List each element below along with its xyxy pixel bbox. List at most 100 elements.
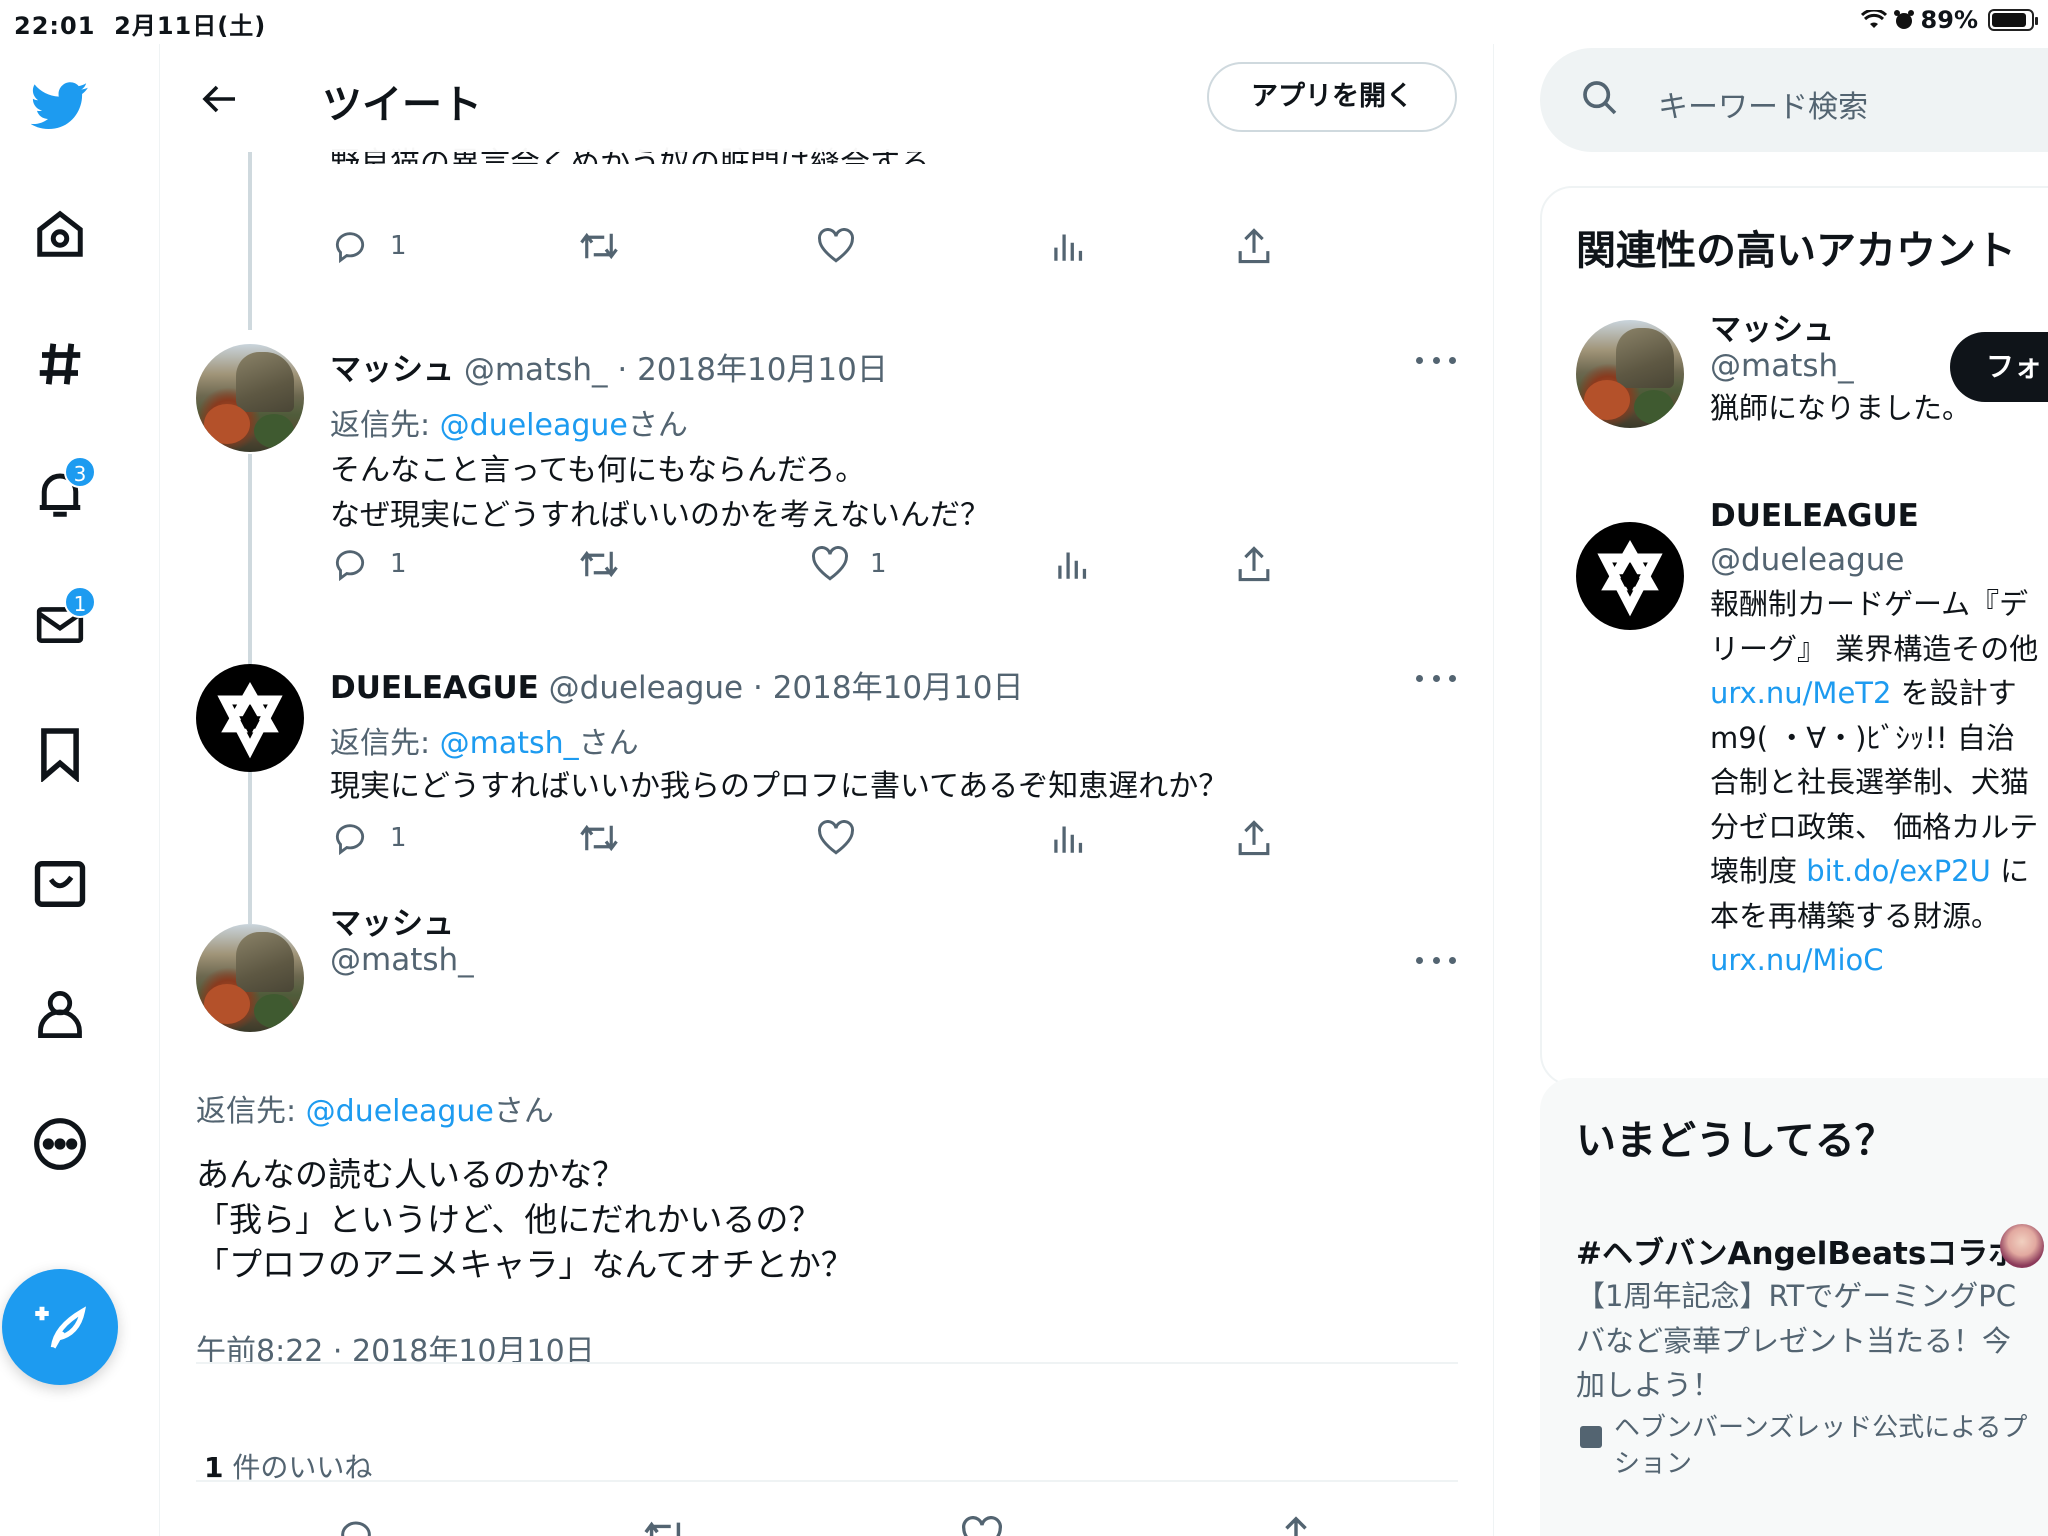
bio-text: に xyxy=(1990,854,2030,888)
share-icon xyxy=(1238,546,1270,582)
battery-fill xyxy=(1992,13,2026,27)
bio-line: m9( ・∀・)ﾋﾞｼｯ!! 自治 xyxy=(1710,716,2038,761)
author-handle[interactable]: @dueleague xyxy=(549,670,743,706)
replying-to: 返信先: @dueleagueさん xyxy=(196,1094,554,1129)
trends-title: いまどうしてる？ xyxy=(1576,1118,1895,1164)
divider xyxy=(196,1480,1458,1482)
avatar[interactable] xyxy=(196,664,304,772)
trend-hashtag[interactable]: #ヘブバンAngelBeatsコラボ xyxy=(1576,1228,2019,1273)
profile-icon[interactable] xyxy=(30,984,90,1044)
tweet-header: DUELEAGUE @dueleague · 2018年10月10日 xyxy=(330,670,1024,706)
analytics-bars-icon xyxy=(1058,552,1087,579)
home-icon[interactable] xyxy=(30,204,90,264)
messages-badge: 1 xyxy=(64,586,96,618)
related-accounts-panel: 関連性の高いアカウント マッシュ @matsh_ フォ 猟師になりました。 DU… xyxy=(1540,186,2048,1086)
author-handle[interactable]: @matsh_ xyxy=(330,942,474,978)
heart-icon xyxy=(818,820,854,855)
author-name[interactable]: DUELEAGUE xyxy=(330,670,539,706)
author-handle[interactable]: @matsh_ xyxy=(464,352,608,388)
account-handle[interactable]: @matsh_ xyxy=(1710,348,1854,384)
retweet-button[interactable] xyxy=(578,816,620,860)
bio-text: 壊制度 xyxy=(1710,854,1807,888)
tweet-date[interactable]: 2018年10月10日 xyxy=(637,352,888,388)
share-button[interactable] xyxy=(1236,224,1272,268)
views-button[interactable] xyxy=(1052,816,1086,860)
bio-text: を設計す xyxy=(1891,676,2017,710)
open-app-button[interactable]: アプリを開く xyxy=(1207,62,1457,132)
account-handle[interactable]: @dueleague xyxy=(1710,542,1904,578)
search-placeholder: キーワード検索 xyxy=(1658,90,1868,125)
reply-icon xyxy=(335,232,365,264)
reply-count: 1 xyxy=(390,823,407,853)
battery-percent: 89% xyxy=(1920,6,1978,34)
bio-line: 報酬制カードゲーム『デ xyxy=(1710,582,2038,627)
retweet-button[interactable] xyxy=(578,224,620,268)
like-button[interactable] xyxy=(960,1514,1004,1536)
retweet-button[interactable] xyxy=(578,542,620,586)
thread-line xyxy=(248,764,252,924)
status-time: 22:01 xyxy=(14,12,96,40)
reply-mention-link[interactable]: @dueleague xyxy=(440,408,628,443)
search-input[interactable]: キーワード検索 xyxy=(1540,48,2048,152)
avatar[interactable] xyxy=(196,344,304,452)
reply-button[interactable]: 1 xyxy=(330,224,407,268)
reply-count: 1 xyxy=(390,231,407,261)
more-options-button[interactable] xyxy=(1416,950,1456,970)
author-name[interactable]: マッシュ xyxy=(330,352,454,388)
wifi-icon xyxy=(1860,10,1887,28)
reply-icon xyxy=(341,1521,371,1536)
dueleague-logo-icon xyxy=(1597,540,1663,617)
retweet-icon xyxy=(580,550,618,578)
account-name[interactable]: DUELEAGUE xyxy=(1710,498,1919,534)
like-button[interactable]: 1 xyxy=(810,542,887,586)
promoted-icon xyxy=(1580,1426,1602,1448)
views-button[interactable] xyxy=(1052,224,1086,268)
retweet-button[interactable] xyxy=(642,1514,688,1536)
twitter-logo-icon[interactable] xyxy=(30,76,90,136)
retweet-icon xyxy=(580,824,618,852)
main-column: ツイート アプリを開く 野良猫の異言会くめかう奴の脏門は縫合する。 1 マッシュ… xyxy=(160,44,1494,1536)
bio-line: 本を再構築する財源。 xyxy=(1710,894,2038,939)
analytics-bars-icon xyxy=(1054,826,1083,853)
avatar[interactable] xyxy=(1576,320,1684,428)
bookmark-icon[interactable] xyxy=(30,724,90,784)
compose-tweet-button[interactable] xyxy=(2,1269,118,1385)
more-options-button[interactable] xyxy=(1416,350,1456,370)
views-button[interactable] xyxy=(1056,542,1090,586)
avatar[interactable] xyxy=(1576,522,1684,630)
bio-link[interactable]: bit.do/exP2U xyxy=(1806,854,1991,888)
analytics-bars-icon xyxy=(1054,234,1083,261)
account-name[interactable]: マッシュ xyxy=(1710,304,1834,349)
author-name[interactable]: マッシュ xyxy=(330,898,454,943)
divider xyxy=(196,1362,1458,1364)
share-icon xyxy=(1285,1516,1307,1536)
more-options-button[interactable] xyxy=(1416,668,1456,688)
search-icon xyxy=(1583,81,1617,115)
back-arrow-button[interactable] xyxy=(190,74,250,124)
bio-text: リーグ』 業界構造その他 xyxy=(1710,631,2039,666)
reply-button[interactable] xyxy=(334,1514,378,1536)
bio-link[interactable]: urx.nu/MioC xyxy=(1710,943,1884,977)
more-circle-icon[interactable] xyxy=(30,1114,90,1174)
like-button[interactable] xyxy=(816,816,856,860)
share-button[interactable] xyxy=(1236,542,1272,586)
bio-line: 分ゼロ政策、 価格カルテ xyxy=(1710,805,2038,850)
feather-plus-icon xyxy=(35,1306,87,1349)
notifications-bell-icon[interactable]: 3 xyxy=(30,456,96,524)
reply-button[interactable]: 1 xyxy=(330,542,407,586)
reply-mention-link[interactable]: @dueleague xyxy=(306,1094,494,1129)
reply-button[interactable]: 1 xyxy=(330,816,407,860)
bio-link[interactable]: urx.nu/MeT2 xyxy=(1710,676,1891,710)
messages-mail-icon[interactable]: 1 xyxy=(30,586,96,654)
reply-mention-link[interactable]: @matsh_ xyxy=(440,726,579,761)
dueleague-logo-icon xyxy=(217,682,283,759)
twitter-blue-icon[interactable] xyxy=(30,854,90,914)
promoted-label: ヘブンバーンズレッド公式によるプ ション xyxy=(1614,1413,2028,1479)
explore-hashtag-icon[interactable] xyxy=(30,334,90,394)
tweet-date[interactable]: 2018年10月10日 xyxy=(773,670,1024,706)
like-button[interactable] xyxy=(816,224,856,268)
share-button[interactable] xyxy=(1276,1514,1316,1536)
share-button[interactable] xyxy=(1236,816,1272,860)
trends-panel: いまどうしてる？ #ヘブバンAngelBeatsコラボ 【1周年記念】RTでゲー… xyxy=(1540,1078,2048,1536)
avatar[interactable] xyxy=(196,924,304,1032)
